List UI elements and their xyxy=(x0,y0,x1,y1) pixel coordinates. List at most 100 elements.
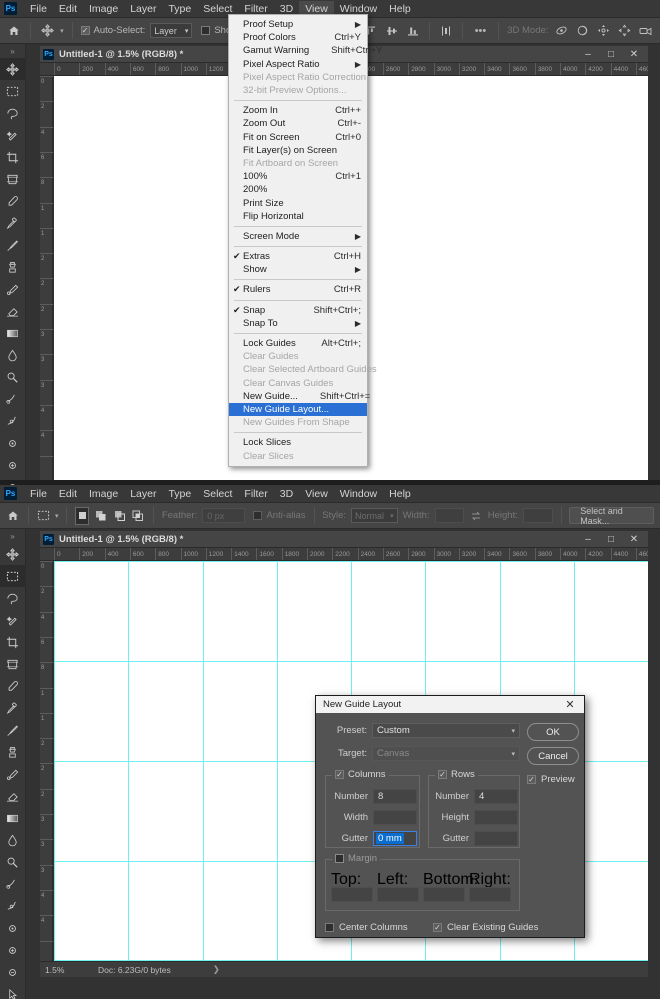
antialias-checkbox[interactable] xyxy=(253,511,263,520)
tool-brush[interactable] xyxy=(0,234,25,256)
maximize-button[interactable]: □ xyxy=(600,532,622,547)
view-menu-dropdown[interactable]: Proof Setup ▶ Proof Colors Ctrl+Y Gamut Warn… xyxy=(228,14,382,467)
home-icon[interactable] xyxy=(6,507,20,525)
tool-pen-curvature[interactable] xyxy=(0,432,25,454)
margin-group-title[interactable]: Margin xyxy=(332,853,381,864)
tool-quick-select[interactable] xyxy=(0,609,25,631)
tool-clone-stamp[interactable] xyxy=(0,741,25,763)
menu-3d[interactable]: 3D xyxy=(274,486,299,502)
move-tool-icon[interactable] xyxy=(39,22,55,40)
tool-gradient[interactable] xyxy=(0,807,25,829)
home-icon[interactable] xyxy=(6,22,22,40)
columns-group-title[interactable]: ✓ Columns xyxy=(332,769,389,780)
tool-blur[interactable] xyxy=(0,829,25,851)
layer-scope-select[interactable]: Layer ▾ xyxy=(150,23,193,38)
show-transform-checkbox[interactable] xyxy=(201,26,211,35)
chevron-down-icon[interactable]: ▾ xyxy=(55,512,59,520)
menu-help[interactable]: Help xyxy=(383,1,417,17)
menu-edit[interactable]: Edit xyxy=(53,1,83,17)
preset-select[interactable]: Custom ▾ xyxy=(372,723,520,738)
minimize-button[interactable]: – xyxy=(577,47,599,62)
tool-pen-add[interactable] xyxy=(0,939,25,961)
menu-window[interactable]: Window xyxy=(334,486,383,502)
auto-select-checkbox[interactable]: ✓ xyxy=(80,26,90,35)
tool-marquee[interactable] xyxy=(0,565,25,587)
tool-dodge[interactable] xyxy=(0,366,25,388)
view-menu-item-proof-colors[interactable]: Proof Colors Ctrl+Y xyxy=(229,31,367,44)
view-menu-item-gamut-warning[interactable]: Gamut Warning Shift+Ctrl+Y xyxy=(229,44,382,57)
menu-layer[interactable]: Layer xyxy=(124,1,162,17)
columns-checkbox[interactable]: ✓ xyxy=(335,770,344,779)
tool-pen[interactable] xyxy=(0,388,25,410)
tool-pen-curvature[interactable] xyxy=(0,917,25,939)
center-columns-checkbox[interactable] xyxy=(325,923,334,932)
style-select[interactable]: Normal ▾ xyxy=(351,508,398,523)
menu-type[interactable]: Type xyxy=(162,1,197,17)
menu-type[interactable]: Type xyxy=(162,486,197,502)
view-menu-item-show[interactable]: Show ▶ xyxy=(229,263,367,276)
view-menu-item-200[interactable]: 200% xyxy=(229,183,367,196)
view-menu-item-fit-on-screen[interactable]: Fit on Screen Ctrl+0 xyxy=(229,131,367,144)
view-menu-item-fit-layer-s-on-screen[interactable]: Fit Layer(s) on Screen xyxy=(229,144,367,157)
select-and-mask-button[interactable]: Select and Mask... xyxy=(569,506,654,526)
view-menu-item-100[interactable]: 100% Ctrl+1 xyxy=(229,170,367,183)
tool-history-brush[interactable] xyxy=(0,278,25,300)
clear-existing-guides-control[interactable]: ✓ Clear Existing Guides xyxy=(433,922,538,933)
tool-history-brush[interactable] xyxy=(0,763,25,785)
rows-checkbox[interactable]: ✓ xyxy=(438,770,447,779)
tool-move[interactable] xyxy=(0,58,25,80)
preview-checkbox[interactable]: ✓ xyxy=(527,775,536,784)
target-select[interactable]: Canvas ▾ xyxy=(372,746,520,761)
tool-lasso[interactable] xyxy=(0,102,25,124)
orbit-3d-icon[interactable] xyxy=(553,22,569,40)
height-input[interactable] xyxy=(522,508,553,523)
tool-eyedropper[interactable] xyxy=(0,190,25,212)
menu-view[interactable]: View xyxy=(299,486,334,502)
margin-right-input[interactable] xyxy=(469,887,511,902)
view-menu-item-snap[interactable]: ✔ Snap Shift+Ctrl+; xyxy=(229,304,367,317)
tool-perspective-crop[interactable] xyxy=(0,653,25,675)
tool-pen-convert[interactable] xyxy=(0,961,25,983)
view-menu-item-proof-setup[interactable]: Proof Setup ▶ xyxy=(229,18,367,31)
rows-height-input[interactable] xyxy=(474,810,518,825)
tool-brush[interactable] xyxy=(0,719,25,741)
tool-pen[interactable] xyxy=(0,873,25,895)
roll-3d-icon[interactable] xyxy=(575,22,591,40)
margin-top-input[interactable] xyxy=(331,887,373,902)
tool-crop[interactable] xyxy=(0,146,25,168)
menu-file[interactable]: File xyxy=(24,1,53,17)
view-menu-item-lock-slices[interactable]: Lock Slices xyxy=(229,436,367,449)
swap-dimensions-icon[interactable] xyxy=(469,507,483,525)
collapse-panel-icon[interactable]: » xyxy=(0,529,25,543)
menu-edit[interactable]: Edit xyxy=(53,486,83,502)
view-menu-item-new-guide-layout[interactable]: New Guide Layout... xyxy=(229,402,367,417)
tool-marquee[interactable] xyxy=(0,80,25,102)
top-vertical-ruler[interactable]: 0 2 4 6 8 1 1 2 2 2 3 3 3 4 4 xyxy=(40,76,53,480)
tool-quick-select[interactable] xyxy=(0,124,25,146)
align-vertical-center-icon[interactable] xyxy=(383,22,399,40)
tool-perspective-crop[interactable] xyxy=(0,168,25,190)
view-menu-item-pixel-aspect-ratio[interactable]: Pixel Aspect Ratio ▶ xyxy=(229,58,367,71)
menu-select[interactable]: Select xyxy=(197,486,238,502)
close-button[interactable]: ✕ xyxy=(623,47,645,62)
minimize-button[interactable]: – xyxy=(577,532,599,547)
tool-eyedropper[interactable] xyxy=(0,675,25,697)
tool-pen-add[interactable] xyxy=(0,454,25,476)
tool-pen-freeform[interactable] xyxy=(0,410,25,432)
bottom-horizontal-ruler[interactable]: 0 200 400 600 800 1000 1200 1400 1600 1800 2000 220… xyxy=(40,548,648,561)
intersect-selection-icon[interactable] xyxy=(131,507,145,525)
menu-layer[interactable]: Layer xyxy=(124,486,162,502)
tool-crop[interactable] xyxy=(0,631,25,653)
view-menu-item-print-size[interactable]: Print Size xyxy=(229,196,367,209)
tool-dodge[interactable] xyxy=(0,851,25,873)
view-menu-item-zoom-out[interactable]: Zoom Out Ctrl+- xyxy=(229,117,367,130)
new-selection-icon[interactable] xyxy=(75,506,90,525)
chevron-down-icon[interactable]: ▾ xyxy=(60,27,64,35)
auto-select-control[interactable]: ✓ Auto-Select: xyxy=(80,25,145,36)
tool-move[interactable] xyxy=(0,543,25,565)
view-menu-item-new-guide[interactable]: New Guide... Shift+Ctrl+= xyxy=(229,390,370,403)
view-menu-item-rulers[interactable]: ✔ Rulers Ctrl+R xyxy=(229,283,367,296)
tool-path-select[interactable] xyxy=(0,983,25,999)
rows-number-input[interactable]: 4 xyxy=(474,789,518,804)
columns-width-input[interactable] xyxy=(373,810,417,825)
